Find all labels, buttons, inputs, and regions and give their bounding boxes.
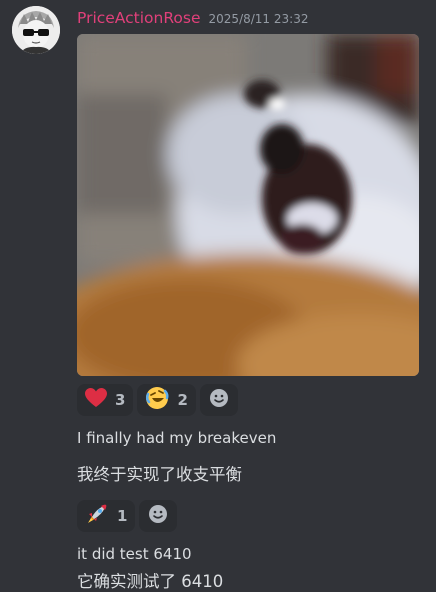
rolling-laughing-icon [145,386,169,414]
rocket-icon [85,502,109,530]
message-header: PriceActionRose 2025/8/11 23:32 [77,9,308,27]
smiley-add-icon [148,504,168,528]
cat-photo [77,34,419,376]
message-text: it did test 6410 [77,545,192,563]
message-text: 我终于实现了收支平衡 [77,465,242,484]
reaction-rocket[interactable]: 1 [77,500,136,532]
smiley-add-icon [209,388,229,412]
reactions-row: 1 [77,500,178,532]
avatar-image [12,6,60,54]
reaction-heart[interactable]: 3 [77,384,134,416]
reaction-count: 1 [117,507,128,525]
reactions-row: 3 2 [77,384,238,416]
red-heart-icon [85,388,107,412]
add-reaction-button[interactable] [199,384,238,416]
message-text: I finally had my breakeven [77,429,277,447]
reaction-rolling-laughing[interactable]: 2 [137,384,196,416]
message-text: 它确实测试了 6410 [77,572,224,591]
image-attachment[interactable] [77,34,419,376]
username[interactable]: PriceActionRose [77,9,201,27]
reaction-count: 3 [115,391,126,409]
reaction-count: 2 [177,391,188,409]
timestamp[interactable]: 2025/8/11 23:32 [209,12,309,26]
add-reaction-button[interactable] [139,500,178,532]
avatar[interactable] [12,6,60,54]
discord-message: PriceActionRose 2025/8/11 23:32 3 2 I fi… [0,0,436,592]
